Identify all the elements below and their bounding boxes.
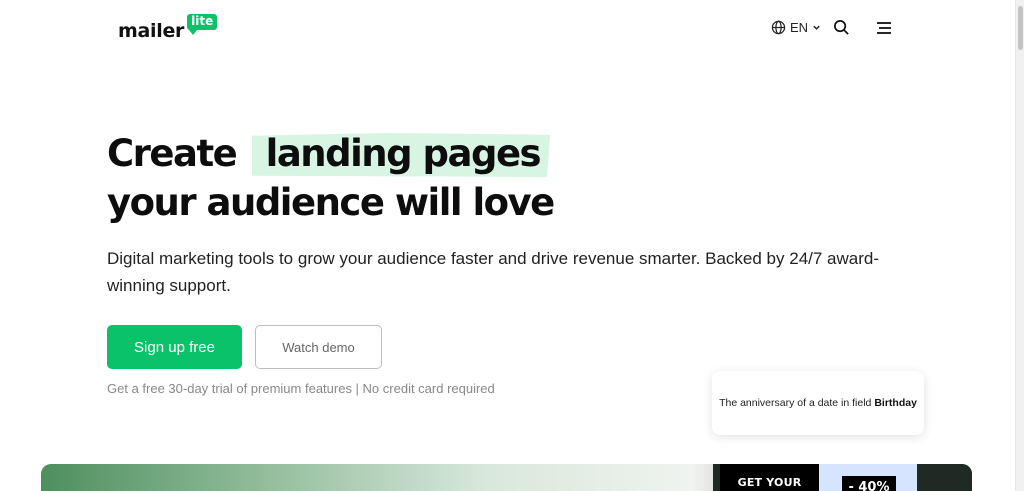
product-preview-banner: GET YOUR - 40% <box>41 464 972 491</box>
headline-prefix: Create <box>107 132 238 175</box>
menu-icon[interactable] <box>876 21 892 35</box>
headline-highlight-text: landing pages <box>265 132 542 175</box>
header-tools: EN <box>771 19 892 36</box>
globe-icon <box>771 20 786 35</box>
trial-note: Get a free 30-day trial of premium featu… <box>107 381 495 396</box>
logo-badge: lite <box>187 13 218 36</box>
automation-trigger-card: The anniversary of a date in field Birth… <box>712 371 924 435</box>
watch-demo-button[interactable]: Watch demo <box>255 325 382 369</box>
logo-word: mailer <box>118 20 185 42</box>
sign-up-button[interactable]: Sign up free <box>107 325 242 369</box>
discount-tag: - 40% <box>842 476 896 491</box>
trigger-text: The anniversary of a date in field <box>719 396 872 409</box>
trigger-description: The anniversary of a date in field Birth… <box>719 397 917 410</box>
promo-text: GET YOUR <box>737 476 802 489</box>
promo-discount-card: - 40% <box>819 464 917 491</box>
page-scrollbar[interactable] <box>1015 0 1024 491</box>
scrollbar-thumb[interactable] <box>1018 6 1023 50</box>
page: mailer lite EN Create landing pages your… <box>0 0 1016 491</box>
promo-card: GET YOUR <box>720 464 819 491</box>
chevron-down-icon <box>812 23 821 32</box>
hero-headline: Create landing pages your audience will … <box>107 129 555 227</box>
hero-subtitle: Digital marketing tools to grow your aud… <box>107 249 880 295</box>
trigger-field: Birthday <box>874 396 917 409</box>
language-selector[interactable]: EN <box>771 20 821 35</box>
headline-line2: your audience will love <box>107 181 555 224</box>
language-label: EN <box>789 20 808 35</box>
headline-highlight: landing pages <box>252 129 550 178</box>
mailerlite-logo[interactable]: mailer lite <box>118 12 218 44</box>
search-icon[interactable] <box>833 19 850 36</box>
